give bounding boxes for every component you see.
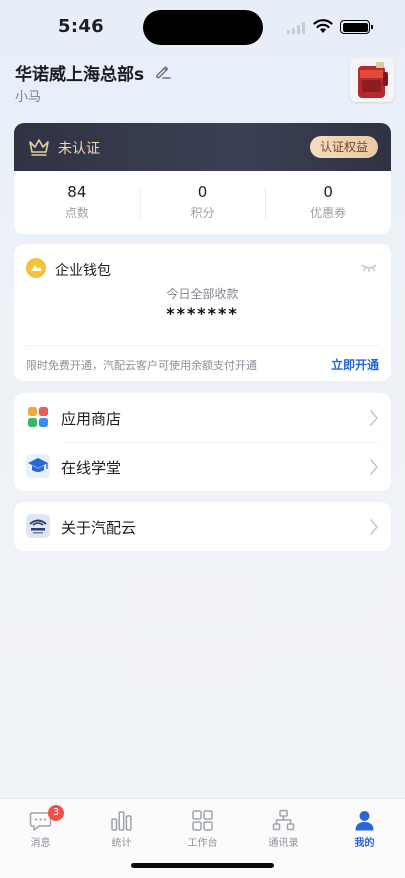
tab-statistics[interactable]: 统计 xyxy=(81,799,162,859)
divider xyxy=(26,345,379,346)
menu-item-about[interactable]: 关于汽配云 xyxy=(14,502,391,551)
notification-badge: 3 xyxy=(48,805,64,821)
wallet-note: 限时免费开通，汽配云客户可使用余额支付开通 xyxy=(26,359,257,372)
chart-icon xyxy=(111,811,132,831)
tab-mine[interactable]: 我的 xyxy=(324,799,405,859)
app-store-icon xyxy=(28,407,48,427)
certification-header: 未认证 认证权益 xyxy=(14,123,391,171)
stat-score[interactable]: 0 积分 xyxy=(139,171,266,234)
menu-card: 应用商店 在线学堂 xyxy=(14,393,391,491)
tab-workbench[interactable]: 工作台 xyxy=(162,799,243,859)
menu-card-about: 关于汽配云 xyxy=(14,502,391,551)
activate-wallet-link[interactable]: 立即开通 xyxy=(331,356,379,373)
certification-status: 未认证 xyxy=(58,141,100,157)
certification-benefits-button[interactable]: 认证权益 xyxy=(309,136,378,158)
stat-label: 优惠券 xyxy=(310,206,347,220)
stat-label: 积分 xyxy=(190,206,215,220)
crown-icon xyxy=(29,139,49,156)
wallet-card: 企业钱包 今日全部收款 ******* 限时免费开通，汽配云客户可使用余额支付开… xyxy=(14,244,391,381)
status-bar: 5:46 xyxy=(0,0,405,54)
battery-icon xyxy=(340,20,373,34)
graduation-cap-icon xyxy=(26,454,50,478)
stat-value: 0 xyxy=(197,183,208,201)
menu-item-label: 应用商店 xyxy=(61,410,122,428)
stat-value: 0 xyxy=(323,183,333,201)
wallet-subtitle: 今日全部收款 xyxy=(166,287,239,301)
chevron-right-icon xyxy=(370,519,378,535)
grid-icon xyxy=(192,810,213,831)
stats-row: 84 点数 0 积分 0 优惠券 xyxy=(14,171,391,234)
tab-label: 消息 xyxy=(30,838,51,849)
org-chart-icon xyxy=(272,809,295,831)
tab-messages[interactable]: 3 消息 xyxy=(0,799,81,859)
chevron-right-icon xyxy=(370,459,378,475)
menu-item-label: 在线学堂 xyxy=(61,459,122,477)
stat-value: 84 xyxy=(67,183,87,201)
product-image xyxy=(350,58,394,102)
person-icon xyxy=(355,811,374,831)
tab-label: 我的 xyxy=(354,838,375,849)
stat-points[interactable]: 84 点数 xyxy=(14,171,140,234)
wifi-icon xyxy=(313,19,333,33)
stat-label: 点数 xyxy=(64,206,89,220)
wallet-title: 企业钱包 xyxy=(55,263,111,279)
dynamic-island xyxy=(143,10,263,45)
avatar[interactable] xyxy=(350,58,394,102)
company-name: 华诺威上海总部s xyxy=(15,65,145,85)
chevron-right-icon xyxy=(370,410,378,426)
user-name: 小马 xyxy=(15,90,42,105)
wallet-amount: ******* xyxy=(166,304,239,323)
menu-item-app-store[interactable]: 应用商店 xyxy=(14,393,391,442)
menu-item-online-school[interactable]: 在线学堂 xyxy=(14,442,391,491)
wallet-icon xyxy=(26,258,46,278)
tab-label: 工作台 xyxy=(187,838,218,849)
home-indicator xyxy=(131,863,274,868)
tab-label: 通讯录 xyxy=(268,838,299,849)
tab-label: 统计 xyxy=(111,838,132,849)
tab-contacts[interactable]: 通讯录 xyxy=(243,799,324,859)
company-logo-icon xyxy=(26,514,50,538)
edit-icon[interactable] xyxy=(154,62,172,80)
certification-card: 未认证 认证权益 84 点数 0 积分 0 优惠券 xyxy=(14,123,391,234)
stat-coupons[interactable]: 0 优惠券 xyxy=(265,171,391,234)
menu-item-label: 关于汽配云 xyxy=(61,519,137,537)
status-time: 5:46 xyxy=(58,16,104,37)
eye-closed-icon[interactable] xyxy=(361,263,377,273)
signal-icon xyxy=(287,22,307,34)
